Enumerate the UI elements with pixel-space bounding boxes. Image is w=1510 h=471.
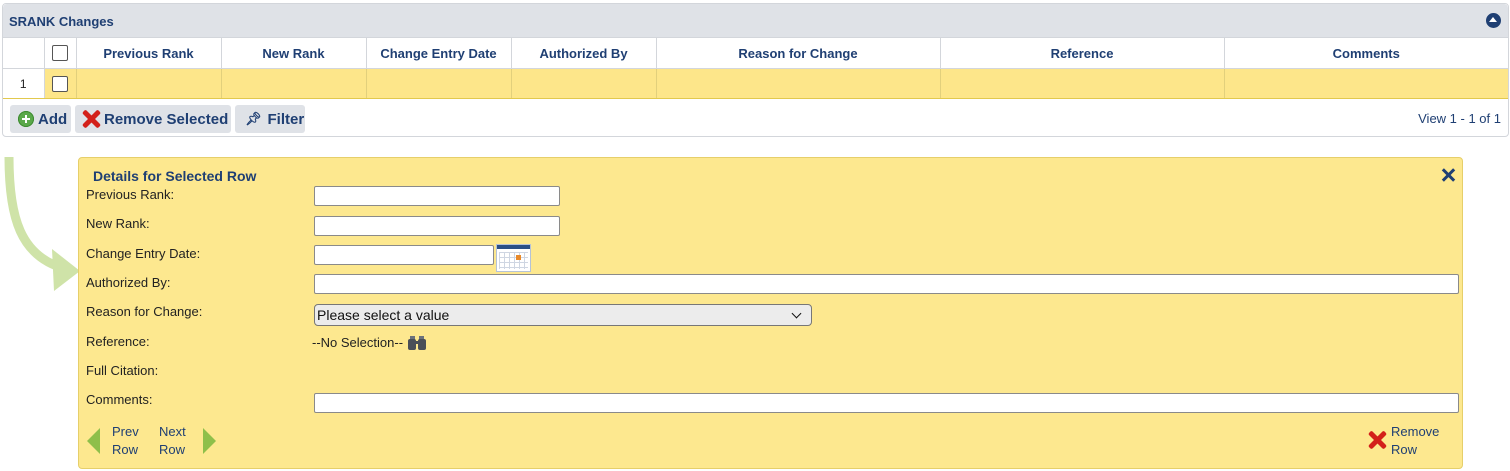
- remove-row-label: Remove Row: [1391, 423, 1439, 459]
- prev-row-line2: Row: [112, 442, 139, 457]
- grid-table: Previous Rank New Rank Change Entry Date…: [3, 38, 1508, 99]
- pager-view-info: View 1 - 1 of 1: [1418, 111, 1501, 126]
- table-row[interactable]: 1: [3, 68, 1508, 99]
- col-header-reason-for-change[interactable]: Reason for Change: [656, 38, 941, 69]
- rownum-header: [3, 38, 45, 69]
- change-entry-date-label: Change Entry Date:: [86, 246, 201, 261]
- select-all-checkbox[interactable]: [52, 45, 68, 62]
- filter-label: Filter: [267, 110, 305, 128]
- close-icon[interactable]: [1442, 168, 1456, 182]
- row-select-cell: [44, 68, 77, 99]
- authorized-by-input[interactable]: [314, 274, 1459, 294]
- binoculars-icon[interactable]: [408, 335, 427, 350]
- collapse-up-icon[interactable]: [1486, 13, 1501, 28]
- new-rank-label: New Rank:: [86, 216, 150, 231]
- calendar-icon[interactable]: [496, 244, 531, 272]
- remove-selected-button[interactable]: Remove Selected: [75, 105, 231, 133]
- col-header-reference[interactable]: Reference: [940, 38, 1225, 69]
- reason-select-value: Please select a value: [317, 307, 450, 323]
- reference-label: Reference:: [86, 334, 150, 349]
- prev-row-label: Prev Row: [112, 423, 139, 459]
- remove-row-line2: Row: [1391, 442, 1418, 457]
- add-button-label: Add: [38, 110, 68, 128]
- comments-label: Comments:: [86, 392, 153, 407]
- filter-button[interactable]: 📌︎ Filter: [235, 105, 305, 133]
- cell-new-rank[interactable]: [221, 68, 367, 99]
- next-row-label: Next Row: [159, 423, 186, 459]
- grid-caption: SRANK Changes: [3, 4, 1508, 38]
- pin-icon: 📌︎: [245, 111, 262, 126]
- comments-input[interactable]: [314, 393, 1459, 413]
- remove-selected-label: Remove Selected: [104, 110, 229, 128]
- col-header-authorized-by[interactable]: Authorized By: [511, 38, 657, 69]
- prev-row-line1: Prev: [112, 424, 139, 439]
- col-header-change-entry-date[interactable]: Change Entry Date: [366, 38, 512, 69]
- cell-comments[interactable]: [1224, 68, 1508, 99]
- cell-authorized-by[interactable]: [511, 68, 657, 99]
- add-circle-icon: [18, 111, 34, 127]
- cell-reason-for-change[interactable]: [656, 68, 941, 99]
- row-select-checkbox[interactable]: [52, 75, 68, 92]
- next-row-line2: Row: [159, 442, 186, 457]
- reference-no-selection: --No Selection--: [312, 335, 404, 350]
- curved-arrow-icon: [4, 157, 80, 291]
- next-row-line1: Next: [159, 424, 186, 439]
- remove-row-line1: Remove: [1391, 424, 1440, 439]
- chevron-down-icon: [791, 308, 802, 318]
- cell-change-entry-date[interactable]: [366, 68, 512, 99]
- remove-x-icon: [1367, 430, 1387, 450]
- cell-previous-rank[interactable]: [76, 68, 222, 99]
- details-title: Details for Selected Row: [93, 168, 257, 184]
- reference-value: --No Selection--: [312, 335, 427, 350]
- previous-rank-label: Previous Rank:: [86, 187, 175, 202]
- reason-for-change-select[interactable]: Please select a value: [314, 304, 812, 326]
- col-header-previous-rank[interactable]: Previous Rank: [76, 38, 222, 69]
- remove-x-icon: [81, 109, 101, 129]
- col-header-comments[interactable]: Comments: [1224, 38, 1508, 69]
- cell-reference[interactable]: [940, 68, 1225, 99]
- authorized-by-label: Authorized By:: [86, 275, 171, 290]
- prev-arrow-icon: [87, 428, 100, 454]
- header-row: Previous Rank New Rank Change Entry Date…: [3, 38, 1508, 69]
- col-header-new-rank[interactable]: New Rank: [221, 38, 367, 69]
- add-button[interactable]: Add: [10, 105, 71, 133]
- previous-rank-input[interactable]: [314, 186, 560, 206]
- reason-for-change-label: Reason for Change:: [86, 304, 203, 319]
- grid-title: SRANK Changes: [9, 14, 114, 29]
- row-number: 1: [3, 68, 45, 99]
- grid-pager: Add Remove Selected 📌︎ Filter View 1 - 1…: [3, 99, 1508, 136]
- new-rank-input[interactable]: [314, 216, 560, 236]
- select-all-header: [44, 38, 77, 69]
- change-entry-date-input[interactable]: [314, 245, 494, 265]
- details-panel: Details for Selected Row Previous Rank: …: [78, 157, 1463, 469]
- srank-changes-grid: SRANK Changes Previous Rank New Rank Cha…: [2, 3, 1509, 137]
- full-citation-label: Full Citation:: [86, 363, 159, 378]
- next-arrow-icon: [203, 428, 216, 454]
